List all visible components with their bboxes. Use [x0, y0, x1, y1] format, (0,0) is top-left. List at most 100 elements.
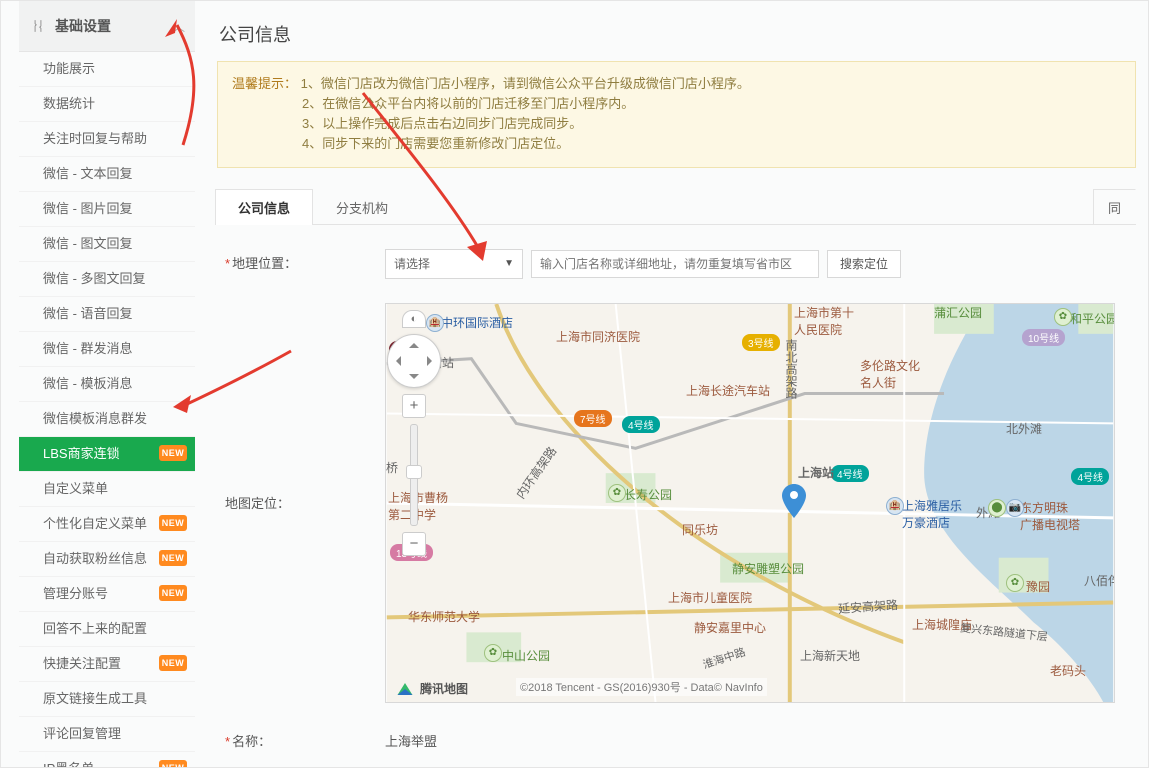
chevron-up-icon: ︿ — [173, 18, 185, 35]
label-geo: *地理位置： — [215, 249, 385, 272]
poi-label: 长寿公园 — [624, 486, 672, 503]
sidebar-item[interactable]: 评论回复管理 — [19, 717, 195, 752]
select-value: 请选择 — [394, 255, 430, 272]
map-toggle[interactable]: ◐ — [402, 310, 426, 328]
row-geo: *地理位置： 请选择 ▼ 搜索定位 — [215, 249, 1148, 279]
sidebar-item[interactable]: LBS商家连锁NEW — [19, 437, 195, 472]
map-controls: ◐ + − — [396, 310, 432, 556]
new-badge: NEW — [159, 445, 187, 461]
tab-company-info[interactable]: 公司信息 — [215, 189, 313, 225]
sidebar-item[interactable]: 个性化自定义菜单NEW — [19, 507, 195, 542]
sidebar-item[interactable]: IP黑名单NEW — [19, 752, 195, 768]
new-badge: NEW — [159, 655, 187, 671]
poi-label: 上海长途汽车站 — [686, 382, 770, 399]
new-badge: NEW — [159, 585, 187, 601]
map-marker[interactable] — [782, 484, 806, 521]
sidebar-item[interactable]: 快捷关注配置NEW — [19, 647, 195, 682]
zoom-in-button[interactable]: + — [402, 394, 426, 418]
sidebar-item[interactable]: 微信 - 图片回复 — [19, 192, 195, 227]
poi-label: 静安嘉里中心 — [694, 619, 766, 636]
tabs: 公司信息 分支机构 同 — [215, 188, 1136, 225]
sidebar-item[interactable]: 数据统计 — [19, 87, 195, 122]
line-badge-4b: 4号线 — [831, 465, 869, 482]
label-name: *名称： — [215, 727, 385, 750]
sidebar-item[interactable]: 自定义菜单 — [19, 472, 195, 507]
zoom-slider[interactable] — [410, 424, 418, 526]
zoom-handle[interactable] — [406, 465, 422, 479]
sidebar-item[interactable]: 功能展示 — [19, 52, 195, 87]
poi-icon: ⬤ — [988, 499, 1006, 517]
sidebar-item[interactable]: 原文链接生成工具 — [19, 682, 195, 717]
poi-label: 上海雅居乐 万豪酒店 — [902, 497, 962, 531]
notice-prefix: 温馨提示： — [232, 76, 297, 91]
search-location-button[interactable]: 搜索定位 — [827, 250, 901, 278]
notice-line: 1、微信门店改为微信门店小程序，请到微信公众平台升级成微信门店小程序。 — [301, 76, 750, 91]
poi-label: 老码头 — [1050, 662, 1086, 679]
poi-label: 和平公园 — [1070, 310, 1115, 327]
poi-label: 东方明珠 广播电视塔 — [1020, 499, 1080, 533]
poi-label: 上海新天地 — [800, 647, 860, 664]
label-map: 地图定位： — [215, 303, 385, 512]
sidebar-item[interactable]: 自动获取粉丝信息NEW — [19, 542, 195, 577]
park-icon: ✿ — [484, 644, 502, 662]
park-icon: ✿ — [1054, 308, 1072, 326]
sidebar-item[interactable]: 微信 - 模板消息 — [19, 367, 195, 402]
new-badge: NEW — [159, 760, 187, 768]
sidebar-item[interactable]: 微信模板消息群发 — [19, 402, 195, 437]
sidebar-item[interactable]: 微信 - 多图文回复 — [19, 262, 195, 297]
tab-right[interactable]: 同 — [1093, 189, 1136, 225]
caret-down-icon: ▼ — [504, 258, 514, 269]
geo-address-input[interactable] — [531, 250, 819, 278]
sidebar-item[interactable]: 微信 - 语音回复 — [19, 297, 195, 332]
sidebar-item[interactable]: 回答不上来的配置 — [19, 612, 195, 647]
sidebar: 基础设置 ︿ 功能展示数据统计关注时回复与帮助微信 - 文本回复微信 - 图片回… — [19, 1, 195, 768]
poi-label: 多伦路文化 名人街 — [860, 357, 920, 391]
main-panel: 公司信息 温馨提示： 1、微信门店改为微信门店小程序，请到微信公众平台升级成微信… — [215, 1, 1148, 767]
poi-label: 蒲汇公园 — [934, 304, 982, 321]
new-badge: NEW — [159, 550, 187, 566]
tab-branch[interactable]: 分支机构 — [313, 189, 411, 225]
poi-icon: 📷 — [1006, 499, 1024, 517]
park-icon: ✿ — [608, 484, 626, 502]
row-map: 地图定位： — [215, 303, 1148, 703]
poi-label: 上海站 — [798, 464, 834, 481]
map-copyright: ©2018 Tencent - GS(2016)930号 - Data© Nav… — [516, 678, 767, 696]
line-badge-7: 7号线 — [574, 410, 612, 427]
zoom-out-button[interactable]: − — [402, 532, 426, 556]
map-pan-nav[interactable] — [387, 334, 441, 388]
line-badge-4: 4号线 — [622, 416, 660, 433]
notice-line: 4、同步下来的门店需要您重新修改门店定位。 — [302, 134, 1123, 154]
poi-label: 北外滩 — [1006, 420, 1042, 437]
poi-label: 豫园 — [1026, 578, 1050, 595]
new-badge: NEW — [159, 515, 187, 531]
line-badge-10: 10号线 — [1022, 329, 1065, 346]
poi-label: 八佰伴 — [1084, 572, 1115, 589]
poi-label: 中环国际酒店 — [441, 314, 513, 331]
sidebar-title: 基础设置 — [55, 16, 111, 36]
poi-label: 上海市儿童医院 — [668, 589, 752, 606]
tools-icon — [31, 19, 45, 33]
hotel-icon: 🏨 — [886, 497, 904, 515]
geo-select[interactable]: 请选择 ▼ — [385, 249, 523, 279]
notice-line: 3、以上操作完成后点击右边同步门店完成同步。 — [302, 114, 1123, 134]
sidebar-item[interactable]: 微信 - 图文回复 — [19, 227, 195, 262]
notice-box: 温馨提示： 1、微信门店改为微信门店小程序，请到微信公众平台升级成微信门店小程序… — [217, 61, 1136, 168]
sidebar-header[interactable]: 基础设置 ︿ — [19, 1, 195, 52]
park-icon: ✿ — [1006, 574, 1024, 592]
sidebar-item[interactable]: 微信 - 群发消息 — [19, 332, 195, 367]
sidebar-item[interactable]: 关注时回复与帮助 — [19, 122, 195, 157]
sidebar-item[interactable]: 管理分账号NEW — [19, 577, 195, 612]
road-label: 延安高架路 — [837, 595, 898, 616]
poi-label: 上海市同济医院 — [556, 328, 640, 345]
notice-line: 2、在微信公众平台内将以前的门店迁移至门店小程序内。 — [302, 94, 1123, 114]
line-badge-4c: 4号线 — [1071, 468, 1109, 485]
value-name: 上海举盟 — [385, 727, 437, 750]
poi-label: 静安雕塑公园 — [732, 560, 804, 577]
sidebar-menu: 功能展示数据统计关注时回复与帮助微信 - 文本回复微信 - 图片回复微信 - 图… — [19, 52, 195, 768]
map[interactable]: 3号线 4号线 4号线 4号线 7号线 10号线 11号线 13号线 中环国际酒… — [385, 303, 1115, 703]
map-provider-logo: 腾讯地图 — [396, 680, 468, 698]
road-label: 南北高架路 — [783, 339, 800, 399]
line-badge-3: 3号线 — [742, 334, 780, 351]
row-name: *名称： 上海举盟 — [215, 727, 1148, 750]
sidebar-item[interactable]: 微信 - 文本回复 — [19, 157, 195, 192]
